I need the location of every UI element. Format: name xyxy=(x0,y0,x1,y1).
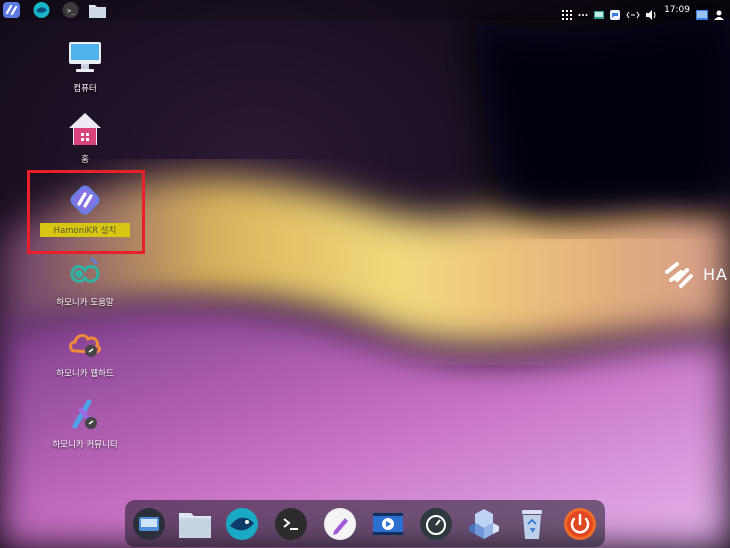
dock-power[interactable] xyxy=(563,507,597,541)
top-panel: >_ 17:09 xyxy=(0,0,730,20)
desktop-icon-label: 홈 xyxy=(81,155,89,165)
home-folder-icon xyxy=(69,113,101,145)
svg-text:>_: >_ xyxy=(67,7,76,15)
volume-icon[interactable] xyxy=(646,5,658,20)
file-manager-icon[interactable] xyxy=(88,1,107,19)
computer-icon xyxy=(69,42,101,72)
dock xyxy=(125,500,605,547)
dock-trash[interactable] xyxy=(515,507,549,541)
clock[interactable]: 17:09 xyxy=(664,5,690,15)
desktop-icon-label: 컴퓨터 xyxy=(73,84,97,94)
desktop-icon-label: 하모니카 도움말 xyxy=(56,298,114,308)
dock-text-editor[interactable] xyxy=(323,507,357,541)
hamonikr-install-icon xyxy=(70,185,100,215)
dock-system-monitor[interactable] xyxy=(132,507,166,541)
desktop-icon-help[interactable]: 하모니카 도움말 xyxy=(35,254,135,309)
dock-whale-browser[interactable] xyxy=(225,507,259,541)
help-icon xyxy=(70,257,100,283)
app-grid-icon[interactable] xyxy=(562,5,573,20)
community-icon xyxy=(72,399,97,429)
more-icon[interactable] xyxy=(578,5,588,16)
desktop-icon-webhard[interactable]: 하모니카 웹하드 xyxy=(35,325,135,380)
terminal-icon[interactable]: >_ xyxy=(61,1,80,19)
text-editor-icon xyxy=(324,508,356,540)
chat-icon[interactable] xyxy=(610,5,621,20)
dock-files[interactable] xyxy=(178,507,212,541)
power-icon xyxy=(564,508,596,540)
network-icon[interactable] xyxy=(626,5,640,19)
desktop-icon-label: 하모니카 커뮤니티 xyxy=(52,440,118,450)
user-icon[interactable] xyxy=(714,5,724,20)
timeshift-icon xyxy=(420,508,452,540)
files-icon xyxy=(179,513,211,538)
whale-browser-icon[interactable] xyxy=(32,1,51,19)
dock-video-player[interactable] xyxy=(371,507,405,541)
brand-text: HA xyxy=(703,264,728,284)
hamonikr-menu-icon[interactable] xyxy=(2,1,21,19)
system-tray: 17:09 xyxy=(562,2,724,20)
desktop-icon-home[interactable]: 홈 xyxy=(35,111,135,166)
desktop-icon-label: 하모니카 웹하드 xyxy=(56,369,114,379)
dock-timeshift[interactable] xyxy=(419,507,453,541)
desktop-icon-computer[interactable]: 컴퓨터 xyxy=(35,40,135,95)
dock-software-center[interactable] xyxy=(467,507,501,541)
software-center-icon xyxy=(469,509,499,539)
dock-terminal[interactable] xyxy=(274,507,308,541)
webhard-cloud-icon xyxy=(69,333,101,357)
desktop-icon-community[interactable]: 하모니카 커뮤니티 xyxy=(35,396,135,451)
terminal-icon xyxy=(275,508,307,540)
hamonikr-brand-watermark: HA xyxy=(663,258,728,290)
trash-icon xyxy=(522,510,542,539)
screen-icon[interactable] xyxy=(594,5,605,19)
hamonikr-logo-icon xyxy=(665,262,693,288)
desktop-icon-hamonikr-install[interactable]: HamoniKR 설치 xyxy=(35,182,135,237)
video-player-icon xyxy=(373,513,403,535)
desktop-icon-label: HamoniKR 설치 xyxy=(40,223,130,237)
whale-browser-icon xyxy=(226,508,258,540)
system-monitor-icon xyxy=(133,508,165,540)
desktop-show-icon[interactable] xyxy=(696,5,708,20)
